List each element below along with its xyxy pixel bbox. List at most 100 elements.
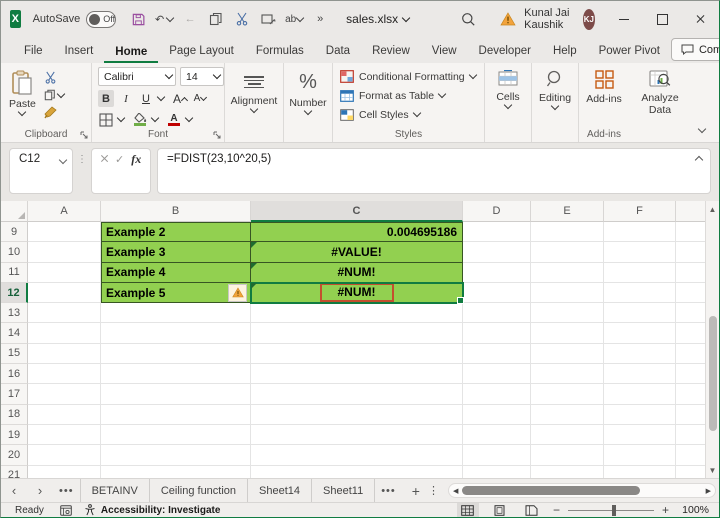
row-header-20[interactable]: 20 bbox=[1, 445, 28, 466]
cell-F16[interactable] bbox=[604, 364, 676, 385]
cell-B14[interactable] bbox=[101, 323, 251, 344]
accessibility-status[interactable]: Accessibility: Investigate bbox=[101, 505, 221, 516]
macro-record-icon[interactable] bbox=[60, 504, 72, 516]
conditional-formatting-button[interactable]: Conditional Formatting bbox=[333, 67, 484, 86]
cell-A10[interactable] bbox=[28, 242, 101, 263]
cancel-entry-icon[interactable] bbox=[99, 154, 108, 163]
undo-icon[interactable]: ↶ bbox=[152, 7, 176, 31]
cut-icon[interactable] bbox=[44, 71, 64, 84]
copy-icon[interactable] bbox=[204, 7, 228, 31]
scroll-down-icon[interactable]: ▼ bbox=[709, 462, 717, 478]
row-header-14[interactable]: 14 bbox=[1, 323, 28, 344]
cell-D15[interactable] bbox=[463, 343, 531, 365]
row-header-9[interactable]: 9 bbox=[1, 222, 28, 243]
cell-C15[interactable] bbox=[251, 343, 463, 365]
cell-D11[interactable] bbox=[463, 262, 531, 283]
paste-button[interactable]: Paste bbox=[9, 67, 36, 119]
zoom-in-icon[interactable]: + bbox=[662, 503, 669, 517]
error-warning-icon[interactable] bbox=[228, 283, 247, 302]
cell-G17[interactable] bbox=[676, 384, 708, 405]
format-painter-icon[interactable] bbox=[44, 106, 64, 119]
cell-F9[interactable] bbox=[604, 222, 676, 243]
grow-font-button[interactable]: A bbox=[172, 90, 189, 107]
tab-data[interactable]: Data bbox=[315, 41, 361, 63]
cell-E9[interactable] bbox=[531, 222, 604, 243]
row-header-16[interactable]: 16 bbox=[1, 364, 28, 385]
minimize-button[interactable] bbox=[605, 1, 643, 37]
tab-page-layout[interactable]: Page Layout bbox=[158, 41, 245, 63]
new-sheet-icon[interactable]: + bbox=[412, 483, 420, 499]
column-header-D[interactable]: D bbox=[463, 201, 531, 222]
cell-E11[interactable] bbox=[531, 262, 604, 283]
insert-function-icon[interactable]: fx bbox=[131, 152, 141, 167]
cell-D19[interactable] bbox=[463, 424, 531, 446]
find-replace-icon[interactable]: ab bbox=[282, 7, 306, 31]
cell-styles-button[interactable]: Cell Styles bbox=[333, 105, 484, 124]
cell-F11[interactable] bbox=[604, 262, 676, 283]
cell-B17[interactable] bbox=[101, 384, 251, 405]
cell-D20[interactable] bbox=[463, 445, 531, 466]
cell-E16[interactable] bbox=[531, 364, 604, 385]
cell-B9[interactable]: Example 2 bbox=[101, 222, 251, 243]
cell-F15[interactable] bbox=[604, 343, 676, 365]
italic-button[interactable]: I bbox=[118, 90, 134, 107]
paste-mail-icon[interactable] bbox=[256, 7, 280, 31]
tab-developer[interactable]: Developer bbox=[468, 41, 542, 63]
horizontal-scroll-thumb[interactable] bbox=[462, 486, 641, 495]
cell-A11[interactable] bbox=[28, 262, 101, 283]
font-color-icon[interactable]: A bbox=[166, 111, 182, 128]
fill-color-icon[interactable] bbox=[132, 111, 148, 128]
qat-more-icon[interactable]: » bbox=[308, 7, 332, 31]
cell-C16[interactable] bbox=[251, 364, 463, 385]
row-header-18[interactable]: 18 bbox=[1, 404, 28, 425]
column-header-C[interactable]: C bbox=[251, 201, 463, 222]
warning-icon[interactable] bbox=[500, 7, 516, 31]
cell-B10[interactable]: Example 3 bbox=[101, 242, 251, 263]
cut-icon[interactable] bbox=[230, 7, 254, 31]
cell-A20[interactable] bbox=[28, 445, 101, 466]
cell-G14[interactable] bbox=[676, 323, 708, 344]
cell-C11[interactable]: #NUM! bbox=[251, 262, 463, 283]
tab-view[interactable]: View bbox=[421, 41, 468, 63]
fill-handle[interactable] bbox=[457, 297, 464, 305]
cell-G11[interactable] bbox=[676, 262, 708, 283]
addins-button[interactable]: Add-ins bbox=[579, 67, 629, 105]
collapse-ribbon-icon[interactable] bbox=[697, 124, 707, 134]
format-as-table-button[interactable]: Format as Table bbox=[333, 86, 484, 105]
cell-F14[interactable] bbox=[604, 323, 676, 344]
cell-A17[interactable] bbox=[28, 384, 101, 405]
sheet-tab-sheet14[interactable]: Sheet14 bbox=[248, 479, 313, 502]
number-button[interactable]: % Number bbox=[284, 67, 332, 116]
cell-G9[interactable] bbox=[676, 222, 708, 243]
sheet-options-icon[interactable]: ⋮ bbox=[428, 484, 439, 497]
column-header-B[interactable]: B bbox=[101, 201, 251, 222]
cell-C12[interactable]: #NUM! bbox=[250, 281, 464, 305]
cell-C13[interactable] bbox=[251, 303, 463, 324]
zoom-slider[interactable] bbox=[567, 504, 654, 516]
cell-F13[interactable] bbox=[604, 303, 676, 324]
collapse-formula-bar-icon[interactable] bbox=[694, 155, 704, 165]
cell-C14[interactable] bbox=[251, 323, 463, 344]
cell-C10[interactable]: #VALUE! bbox=[251, 242, 463, 263]
cell-E17[interactable] bbox=[531, 384, 604, 405]
cell-E14[interactable] bbox=[531, 323, 604, 344]
cell-B18[interactable] bbox=[101, 404, 251, 425]
cell-A9[interactable] bbox=[28, 222, 101, 243]
cell-B19[interactable] bbox=[101, 424, 251, 446]
name-box[interactable]: C12 bbox=[9, 148, 73, 194]
sheet-tab-sheet11[interactable]: Sheet11 bbox=[312, 479, 376, 502]
cell-B20[interactable] bbox=[101, 445, 251, 466]
accessibility-icon[interactable] bbox=[84, 504, 96, 516]
row-header-10[interactable]: 10 bbox=[1, 242, 28, 263]
cell-D9[interactable] bbox=[463, 222, 531, 243]
excel-logo-icon[interactable]: X bbox=[10, 10, 21, 28]
cell-F20[interactable] bbox=[604, 445, 676, 466]
zoom-level[interactable]: 100% bbox=[679, 504, 709, 516]
tab-file[interactable]: File bbox=[13, 41, 54, 63]
next-sheet-icon[interactable]: › bbox=[27, 483, 53, 498]
user-avatar[interactable]: KJ bbox=[582, 8, 595, 30]
row-header-19[interactable]: 19 bbox=[1, 424, 28, 446]
cell-D14[interactable] bbox=[463, 323, 531, 344]
cell-D17[interactable] bbox=[463, 384, 531, 405]
column-header-partial[interactable] bbox=[676, 201, 708, 222]
